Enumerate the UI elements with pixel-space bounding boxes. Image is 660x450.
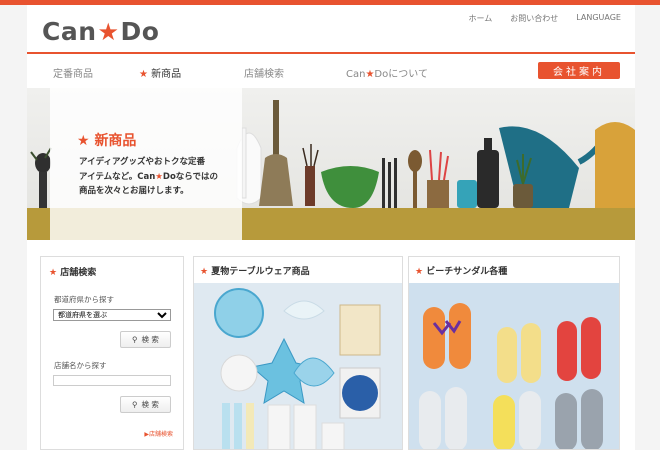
utility-link-contact[interactable]: お問い合わせ xyxy=(510,13,558,24)
company-info-button[interactable]: 会社案内 xyxy=(538,62,620,79)
nav-item-standard[interactable]: 定番商品 xyxy=(53,65,93,80)
main-nav: 定番商品 ★ 新商品 店舗検索 Can★Doについて 会社案内 xyxy=(27,61,635,83)
page-container: Can ★ Do ホーム お問い合わせ LANGUAGE 定番商品 ★ 新商品 … xyxy=(27,5,635,450)
store-search-title-text: 店舗検索 xyxy=(60,268,97,278)
search-button-name[interactable]: ⚲ 検 索 xyxy=(120,396,171,413)
hero-banner[interactable]: ★ 新商品 アイディアグッズやおトクな定番 アイテムなど。Can★Doならではの… xyxy=(27,88,635,240)
star-icon: ★ xyxy=(139,69,152,80)
logo-text-left: Can xyxy=(42,17,97,46)
store-search-panel: ★ 店舗検索 都道府県から探す 都道府県を選ぶ ⚲ 検 索 店舗名から探す ⚲ 検 … xyxy=(40,256,184,450)
nav-item-new-label: 新商品 xyxy=(151,69,182,80)
nav-item-new[interactable]: ★ 新商品 xyxy=(139,65,181,80)
cando-logo[interactable]: Can ★ Do xyxy=(42,17,159,46)
nav-about-left: Can xyxy=(346,69,366,80)
product-card-sandals[interactable]: ★ ビーチサンダル各種 xyxy=(408,256,620,450)
hero-description: アイディアグッズやおトクな定番 アイテムなど。Can★Doならではの 商品を次々… xyxy=(79,155,239,199)
hero-line-2: アイテムなど。Can★Doならではの xyxy=(79,170,239,185)
star-icon: ★ xyxy=(49,268,61,278)
hero-title: ★ 新商品 xyxy=(77,130,136,150)
pref-label: 都道府県から探す xyxy=(54,295,114,304)
star-icon: ★ xyxy=(415,267,427,277)
store-search-title: ★ 店舗検索 xyxy=(49,265,96,278)
utility-nav: ホーム お問い合わせ LANGUAGE xyxy=(468,13,621,24)
utility-link-home[interactable]: ホーム xyxy=(468,13,492,24)
store-search-link-text: 店舗検索 xyxy=(148,431,173,438)
hero-title-text: 新商品 xyxy=(94,133,137,149)
store-name-input[interactable] xyxy=(53,375,171,386)
star-icon: ★ xyxy=(97,17,120,46)
sandals-illustration xyxy=(409,283,619,449)
tableware-photo xyxy=(194,283,402,449)
product-card-tableware[interactable]: ★ 夏物テーブルウェア商品 xyxy=(193,256,403,450)
star-icon: ★ xyxy=(200,267,212,277)
search-button-label: 検 索 xyxy=(141,335,159,344)
prefecture-select[interactable]: 都道府県を選ぶ xyxy=(53,309,171,321)
utility-link-language[interactable]: LANGUAGE xyxy=(576,13,621,24)
store-search-link[interactable]: ▶店舗検索 xyxy=(144,429,173,438)
star-icon: ★ xyxy=(77,133,95,149)
nav-item-store-search[interactable]: 店舗検索 xyxy=(244,65,284,80)
hero-line-3: 商品を次々とお届けします。 xyxy=(79,186,189,196)
tableware-illustration xyxy=(194,283,402,449)
search-icon: ⚲ xyxy=(132,335,138,344)
star-icon: ★ xyxy=(155,171,163,182)
store-name-label: 店舗名から探す xyxy=(54,361,107,370)
search-icon: ⚲ xyxy=(132,400,138,409)
sandals-photo xyxy=(409,283,619,449)
logo-text-right: Do xyxy=(120,17,160,46)
card-title: ★ ビーチサンダル各種 xyxy=(415,264,507,277)
nav-about-right: Doについて xyxy=(374,69,428,80)
header-divider xyxy=(27,52,635,54)
hero-line-1: アイディアグッズやおトクな定番 xyxy=(79,157,206,167)
hero-line-2a: アイテムなど。Can xyxy=(79,171,156,182)
card-title-text: 夏物テーブルウェア商品 xyxy=(211,267,310,277)
search-button-label-2: 検 索 xyxy=(141,400,159,409)
card-title: ★ 夏物テーブルウェア商品 xyxy=(200,264,310,277)
search-button-pref[interactable]: ⚲ 検 索 xyxy=(120,331,171,348)
nav-item-about[interactable]: Can★Doについて xyxy=(346,65,428,80)
hero-line-2b: Doならではの xyxy=(162,171,219,182)
card-title-text: ビーチサンダル各種 xyxy=(426,267,508,277)
